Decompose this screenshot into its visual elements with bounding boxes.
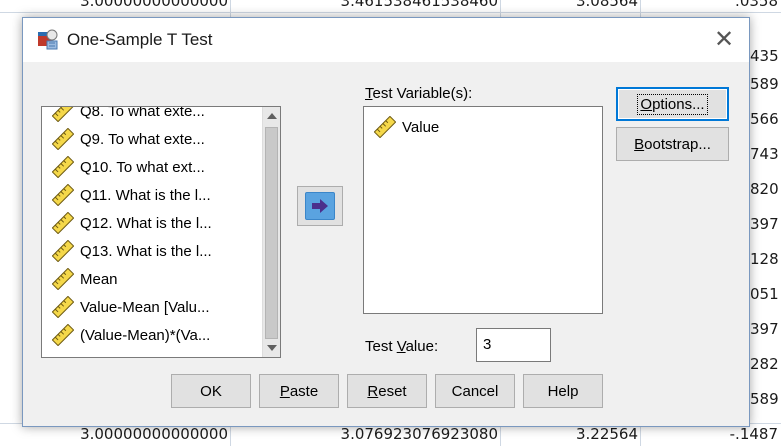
sheet-cell-fragment[interactable]: 397: [750, 215, 781, 233]
source-variable-item[interactable]: Q12. What is the l...: [51, 211, 252, 235]
scale-ruler-icon: [51, 239, 75, 263]
label-text: eset: [378, 382, 407, 400]
help-button[interactable]: Help: [523, 374, 603, 408]
source-variable-item[interactable]: Q13. What is the l...: [51, 239, 252, 263]
title-bar[interactable]: One-Sample T Test ✕: [23, 18, 749, 62]
scroll-down-arrow-icon[interactable]: [264, 340, 280, 356]
source-list-scrollbar[interactable]: [262, 107, 280, 357]
mnemonic-letter: T: [365, 85, 373, 102]
scale-ruler-icon: [51, 107, 75, 123]
scale-ruler-icon: [51, 183, 75, 207]
scale-ruler-icon: [373, 115, 397, 139]
source-variable-item[interactable]: Q8. To what exte...: [51, 107, 252, 123]
label-text: ptions...: [652, 95, 705, 113]
label-text: ootstrap...: [644, 135, 711, 153]
source-variable-label: Q12. What is the l...: [80, 214, 212, 232]
one-sample-t-test-dialog: One-Sample T Test ✕ Q8. To what exte... Q…: [22, 17, 750, 427]
sheet-cell-fragment[interactable]: 051: [750, 285, 781, 303]
sheet-cell-fragment[interactable]: 589: [750, 390, 781, 408]
test-variable-label: Value: [402, 118, 440, 136]
sheet-cell-fragment[interactable]: 128: [750, 250, 781, 268]
sheet-cell-fragment[interactable]: 435: [750, 47, 781, 65]
options-label: Options...: [637, 93, 708, 115]
sheet-cell[interactable]: 3.461538461538460: [232, 0, 498, 12]
source-variable-item[interactable]: Value-Mean [Valu...: [51, 295, 252, 319]
close-icon[interactable]: ✕: [711, 26, 737, 52]
sheet-cell-fragment[interactable]: 397: [750, 320, 781, 338]
cancel-button[interactable]: Cancel: [435, 374, 515, 408]
scale-ruler-icon: [51, 211, 75, 235]
ok-button[interactable]: OK: [171, 374, 251, 408]
mnemonic-letter: P: [279, 382, 290, 400]
sheet-cell-fragment[interactable]: 589: [750, 75, 781, 93]
source-variable-label: Q8. To what exte...: [80, 107, 205, 120]
sheet-cell-fragment[interactable]: 566: [750, 110, 781, 128]
scale-ruler-icon: [51, 155, 75, 179]
scroll-thumb[interactable]: [265, 127, 278, 339]
right-arrow-icon: [305, 192, 335, 220]
source-variable-label: Q9. To what exte...: [80, 130, 205, 148]
scroll-up-arrow-icon[interactable]: [264, 108, 280, 124]
scale-ruler-icon: [51, 323, 75, 347]
sheet-cell-fragment[interactable]: 820: [750, 180, 781, 198]
test-variables-label: Test Variable(s):: [365, 85, 472, 102]
test-value-input[interactable]: 3: [476, 328, 551, 362]
sheet-cell-fragment[interactable]: 282: [750, 355, 781, 373]
source-variable-item[interactable]: Q9. To what exte...: [51, 127, 252, 151]
mnemonic-letter: V: [396, 338, 406, 355]
scale-ruler-icon: [51, 295, 75, 319]
test-variable-item[interactable]: Value: [373, 115, 574, 139]
paste-button[interactable]: Paste: [259, 374, 339, 408]
sheet-cell[interactable]: 3.08564: [502, 0, 638, 12]
source-variable-label: Q11. What is the l...: [80, 186, 211, 204]
sheet-cell-fragment[interactable]: 743: [750, 145, 781, 163]
source-variable-item[interactable]: Q11. What is the l...: [51, 183, 252, 207]
scale-ruler-icon: [51, 267, 75, 291]
move-variable-button[interactable]: [297, 186, 343, 226]
label-text: est Variable(s):: [372, 85, 473, 102]
dialog-title: One-Sample T Test: [67, 30, 213, 49]
label-text: aste: [289, 382, 319, 400]
mnemonic-letter: R: [367, 382, 379, 400]
sheet-cell[interactable]: 3.00000000000000: [0, 0, 228, 12]
source-variable-label: Value-Mean [Valu...: [80, 298, 210, 316]
scale-ruler-icon: [51, 127, 75, 151]
reset-button[interactable]: Reset: [347, 374, 427, 408]
source-variable-label: Q13. What is the l...: [80, 242, 212, 260]
test-value-label: Test Value:: [365, 338, 438, 355]
sheet-cell[interactable]: .0358: [642, 0, 778, 12]
source-variable-list[interactable]: Q8. To what exte... Q9. To what exte... Q1…: [41, 106, 281, 358]
test-variables-list[interactable]: Value: [363, 106, 603, 314]
spss-app-icon: [37, 28, 59, 50]
label-text: alue:: [405, 338, 439, 355]
grid-line: [0, 12, 781, 13]
mnemonic-letter: B: [634, 135, 645, 153]
source-variable-label: Q10. To what ext...: [80, 158, 205, 176]
source-variable-label: (Value-Mean)*(Va...: [80, 326, 211, 344]
source-variable-item[interactable]: Q10. To what ext...: [51, 155, 252, 179]
options-button[interactable]: Options...: [616, 87, 729, 121]
source-variable-label: Mean: [80, 270, 118, 288]
source-variable-items: Q8. To what exte... Q9. To what exte... Q1…: [42, 107, 254, 357]
source-variable-item[interactable]: (Value-Mean)*(Va...: [51, 323, 252, 347]
label-text: Test: [365, 338, 397, 355]
source-variable-item[interactable]: Mean: [51, 267, 252, 291]
bootstrap-button[interactable]: Bootstrap...: [616, 127, 729, 161]
mnemonic-letter: O: [640, 95, 653, 113]
